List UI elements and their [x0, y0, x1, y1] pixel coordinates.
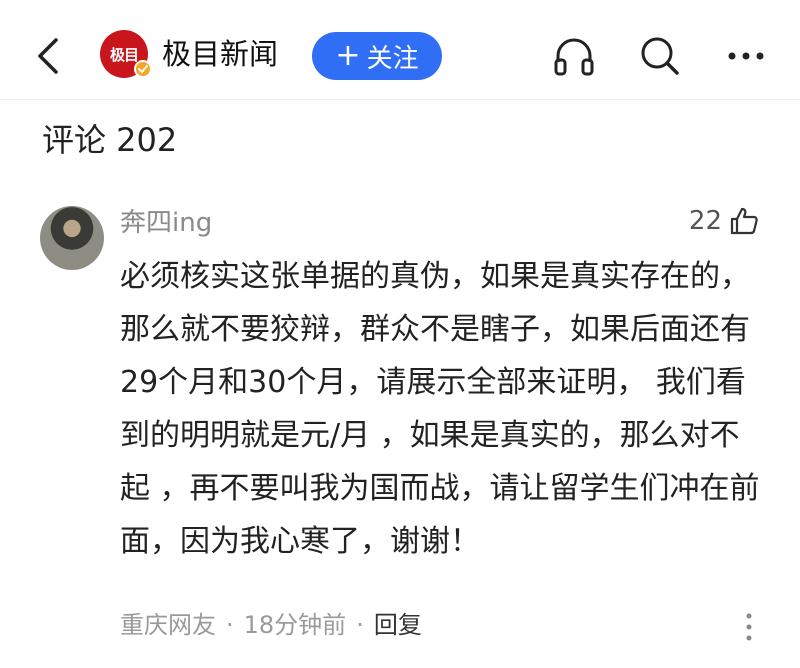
avatar[interactable] — [40, 206, 104, 270]
comment-meta: 重庆网友 · 18分钟前 · 回复 — [120, 608, 422, 642]
search-icon — [641, 37, 679, 75]
top-bar: 极目 极目新闻 + 关注 — [0, 0, 800, 100]
like-count: 22 — [688, 206, 722, 236]
headphones-icon — [554, 38, 594, 76]
more-icon — [728, 52, 764, 60]
comment-time: 18分钟前 — [243, 611, 347, 639]
back-button[interactable] — [30, 32, 66, 80]
comment-text: 必须核实这张单据的真伪，如果是真实存在的，那么就不要狡辩，群众不是瞎子，如果后面… — [120, 259, 760, 559]
follow-label: 关注 — [366, 43, 419, 74]
comments-title: 评论 202 — [42, 121, 178, 159]
source-logo-text: 极目 — [109, 45, 139, 64]
reply-button[interactable]: 回复 — [374, 608, 422, 642]
source-name[interactable]: 极目新闻 — [162, 34, 278, 74]
meta-separator: · — [226, 611, 234, 639]
follow-button[interactable]: + 关注 — [312, 32, 442, 80]
vertical-more-icon — [746, 613, 752, 641]
comment-options-button[interactable] — [742, 612, 756, 642]
comment-username[interactable]: 奔四ing — [120, 204, 212, 242]
listen-button[interactable] — [552, 34, 596, 78]
thumbs-up-icon — [730, 207, 758, 235]
comment-location: 重庆网友 — [120, 611, 216, 639]
plus-icon: + — [335, 38, 361, 73]
meta-separator: · — [356, 611, 364, 639]
search-button[interactable] — [638, 34, 682, 78]
back-icon — [38, 38, 58, 74]
more-button[interactable] — [724, 34, 768, 78]
like-button[interactable]: 22 — [689, 205, 760, 237]
verified-badge-icon — [134, 60, 152, 78]
